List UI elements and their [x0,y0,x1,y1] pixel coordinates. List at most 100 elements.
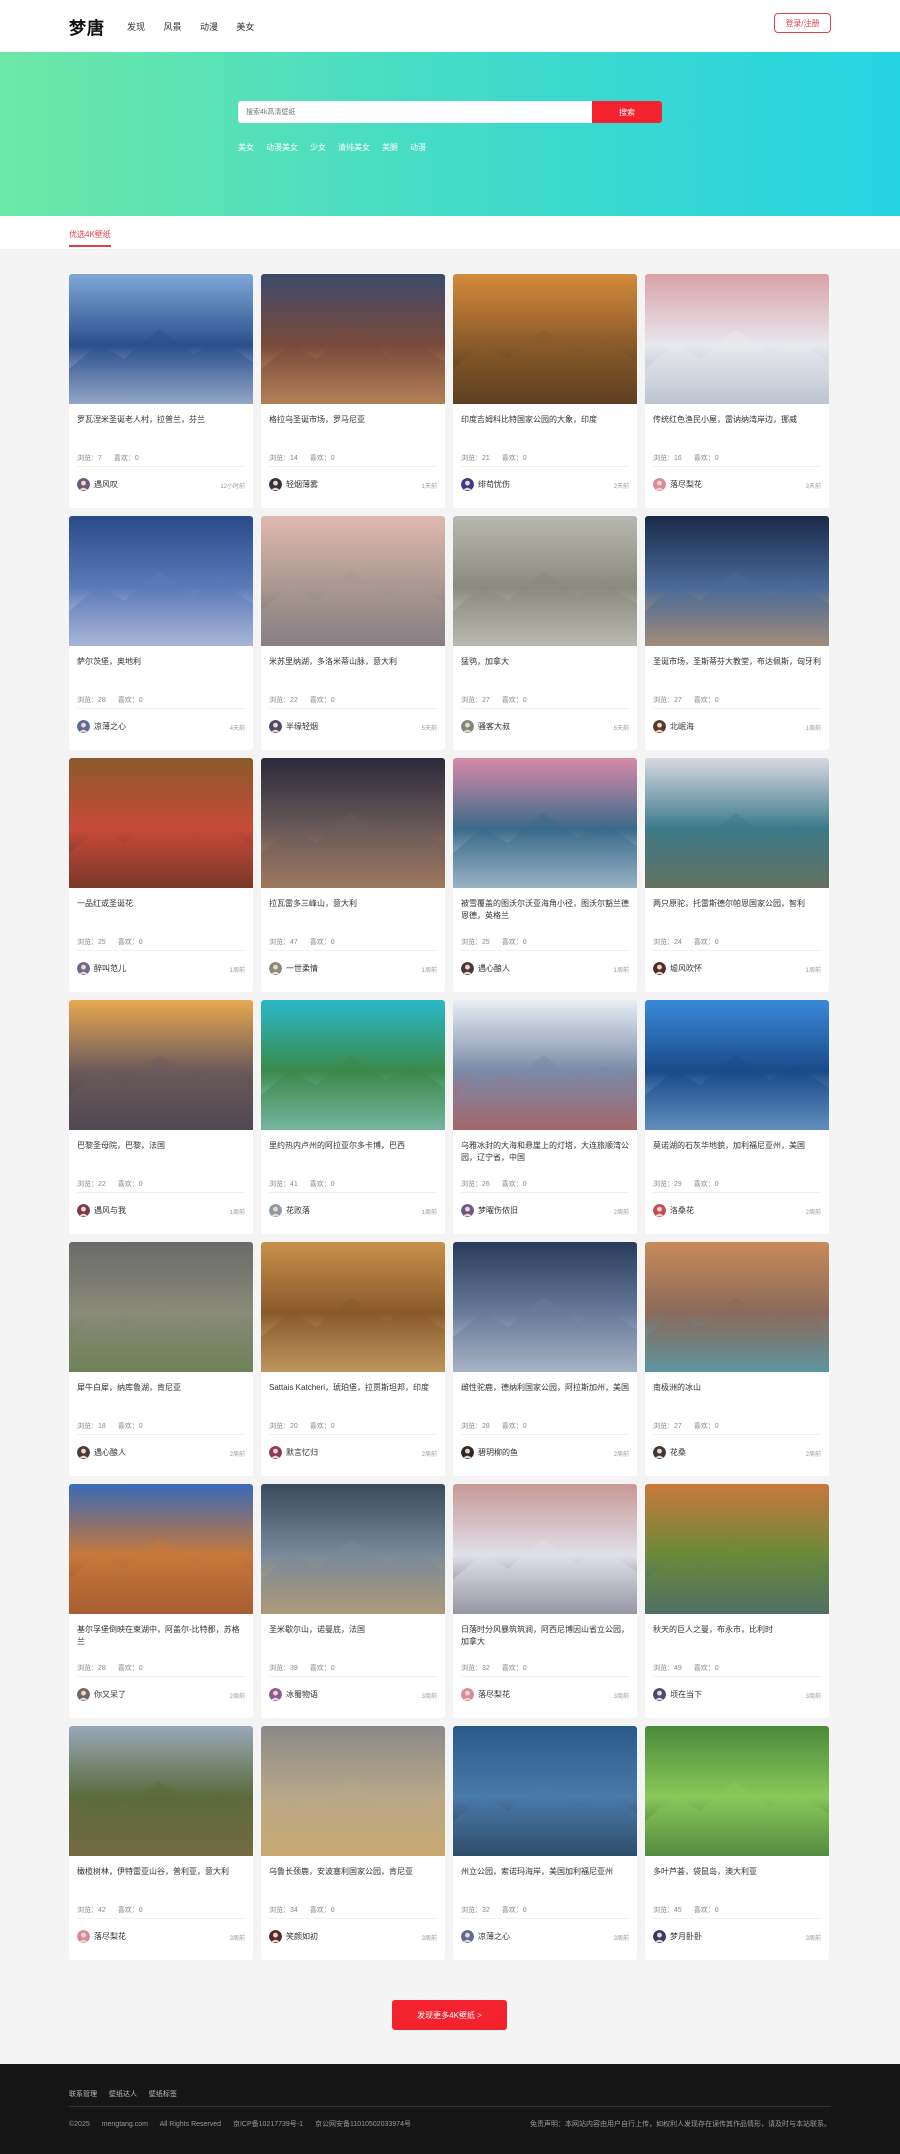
wallpaper-thumbnail[interactable] [645,1242,829,1372]
author-name[interactable]: 北岷海 [670,721,694,732]
tab-featured-4k[interactable]: 优选4K壁纸 [69,229,111,247]
wallpaper-thumbnail[interactable] [261,758,445,888]
author-name[interactable]: 醉叫范儿 [94,963,126,974]
avatar[interactable] [653,961,666,975]
wallpaper-thumbnail[interactable] [453,758,637,888]
avatar[interactable] [77,1929,90,1943]
wallpaper-card[interactable]: 莫诺湖的石灰华地貌，加利福尼亚州，美国 浏览：29 喜欢：0 洛桑花 2周前 [645,1000,829,1234]
wallpaper-title[interactable]: 多叶芦荟，袋鼠岛，澳大利亚 [653,1866,821,1890]
author-info[interactable]: 轻烟薄雾 [269,477,318,491]
avatar[interactable] [461,1687,474,1701]
icp-record[interactable]: 京ICP备10217739号-1 [233,2121,303,2128]
wallpaper-title[interactable]: 秋天的巨人之曼，布永市，比利时 [653,1624,821,1648]
wallpaper-thumbnail[interactable] [645,758,829,888]
avatar[interactable] [461,477,474,491]
author-info[interactable]: 碧玥柳的鱼 [461,1445,518,1459]
wallpaper-thumbnail[interactable] [453,1242,637,1372]
wallpaper-card[interactable]: 两只原驼，托雷斯德尔帕恩国家公园，智利 浏览：24 喜欢：0 墟风吹怀 1周前 [645,758,829,992]
author-info[interactable]: 凉薄之心 [461,1929,510,1943]
avatar[interactable] [77,1687,90,1701]
author-info[interactable]: 遇风叹 [77,477,118,491]
avatar[interactable] [269,961,282,975]
author-info[interactable]: 绯苟忧伤 [461,477,510,491]
avatar[interactable] [269,1687,282,1701]
hot-tag[interactable]: 少女 [310,142,326,153]
wallpaper-card[interactable]: 多叶芦荟，袋鼠岛，澳大利亚 浏览：45 喜欢：0 梦月卧卧 3周前 [645,1726,829,1960]
author-info[interactable]: 梦月卧卧 [653,1929,702,1943]
wallpaper-title[interactable]: 米苏里纳湖，多洛米蒂山脉，意大利 [269,656,437,680]
wallpaper-card[interactable]: 被雪覆盖的图沃尔沃亚海角小径，图沃尔豁兰德恩德，英格兰 浏览：25 喜欢：0 遇… [453,758,637,992]
author-info[interactable]: 落尽梨花 [461,1687,510,1701]
author-name[interactable]: 落尽梨花 [94,1931,126,1942]
wallpaper-card[interactable]: 州立公园，索诺玛海岸，美国加利福尼亚州 浏览：32 喜欢：0 凉薄之心 3周前 [453,1726,637,1960]
wallpaper-title[interactable]: 莫诺湖的石灰华地貌，加利福尼亚州，美国 [653,1140,821,1164]
wallpaper-title[interactable]: 日落时分风暴筑筑涧，阿西尼博因山省立公园，加拿大 [461,1624,629,1648]
wallpaper-thumbnail[interactable] [453,274,637,404]
wallpaper-title[interactable]: 乌鲁长颈鹿，安波塞利国家公园，肯尼亚 [269,1866,437,1890]
avatar[interactable] [461,1445,474,1459]
avatar[interactable] [461,961,474,975]
author-info[interactable]: 洛桑花 [653,1203,694,1217]
wallpaper-card[interactable]: 拉瓦雷多三峰山，意大利 浏览：47 喜欢：0 一世柔情 1周前 [261,758,445,992]
wallpaper-card[interactable]: 萨尔茨堡，奥地利 浏览：28 喜欢：0 凉薄之心 4天前 [69,516,253,750]
wallpaper-thumbnail[interactable] [645,1484,829,1614]
wallpaper-card[interactable]: 一品红或圣诞花 浏览：25 喜欢：0 醉叫范儿 1周前 [69,758,253,992]
avatar[interactable] [461,1929,474,1943]
nav-beauty[interactable]: 美女 [236,22,254,32]
author-info[interactable]: 遇风与我 [77,1203,126,1217]
author-name[interactable]: 顷在当下 [670,1689,702,1700]
wallpaper-thumbnail[interactable] [645,274,829,404]
wallpaper-title[interactable]: 里约热内卢州的阿拉亚尔多卡博，巴西 [269,1140,437,1164]
footer-link[interactable]: 壁纸达人 [109,2091,137,2098]
author-name[interactable]: 梦月卧卧 [670,1931,702,1942]
author-name[interactable]: 梦曜伤侬旧 [478,1205,518,1216]
author-name[interactable]: 落尽梨花 [670,479,702,490]
wallpaper-card[interactable]: 传统红色渔民小屋，雷讷纳湾岸边，挪威 浏览：16 喜欢：0 落尽梨花 3天前 [645,274,829,508]
author-name[interactable]: 遇风叹 [94,479,118,490]
wallpaper-card[interactable]: 犀牛白犀，纳库鲁湖，肯尼亚 浏览：18 喜欢：0 遇心酿人 2周前 [69,1242,253,1476]
wallpaper-card[interactable]: 格拉乌圣诞市场，罗马尼亚 浏览：14 喜欢：0 轻烟薄雾 1天前 [261,274,445,508]
author-info[interactable]: 顷在当下 [653,1687,702,1701]
author-info[interactable]: 你又呆了 [77,1687,126,1701]
avatar[interactable] [461,719,474,733]
author-name[interactable]: 笑颜如初 [286,1931,318,1942]
wallpaper-thumbnail[interactable] [69,274,253,404]
wallpaper-thumbnail[interactable] [645,1726,829,1856]
wallpaper-card[interactable]: 日落时分风暴筑筑涧，阿西尼博因山省立公园，加拿大 浏览：32 喜欢：0 落尽梨花… [453,1484,637,1718]
wallpaper-thumbnail[interactable] [261,1726,445,1856]
author-name[interactable]: 一世柔情 [286,963,318,974]
author-info[interactable]: 遇心酿人 [77,1445,126,1459]
author-name[interactable]: 花败落 [286,1205,310,1216]
wallpaper-title[interactable]: 萨尔茨堡，奥地利 [77,656,245,680]
wallpaper-title[interactable]: Sattais Katcheri，琥珀堡，拉贾斯坦邦，印度 [269,1382,437,1406]
wallpaper-card[interactable]: Sattais Katcheri，琥珀堡，拉贾斯坦邦，印度 浏览：20 喜欢：0… [261,1242,445,1476]
author-name[interactable]: 半缘轻烟 [286,721,318,732]
wallpaper-thumbnail[interactable] [261,274,445,404]
nav-discover[interactable]: 发现 [127,22,145,32]
wallpaper-thumbnail[interactable] [69,1242,253,1372]
wallpaper-thumbnail[interactable] [261,1484,445,1614]
nav-scenery[interactable]: 风景 [163,22,181,32]
avatar[interactable] [653,477,666,491]
wallpaper-title[interactable]: 犀牛白犀，纳库鲁湖，肯尼亚 [77,1382,245,1406]
wallpaper-thumbnail[interactable] [453,1484,637,1614]
footer-link[interactable]: 联系管理 [69,2091,97,2098]
wallpaper-thumbnail[interactable] [69,516,253,646]
author-info[interactable]: 一世柔情 [269,961,318,975]
author-info[interactable]: 半缘轻烟 [269,719,318,733]
login-register-button[interactable]: 登录/注册 [774,13,831,33]
wallpaper-card[interactable]: 南极洲的冰山 浏览：27 喜欢：0 花桑 2周前 [645,1242,829,1476]
avatar[interactable] [77,719,90,733]
hot-tag[interactable]: 清纯美女 [338,142,370,153]
author-info[interactable]: 醉叫范儿 [77,961,126,975]
wallpaper-thumbnail[interactable] [453,1726,637,1856]
author-name[interactable]: 落尽梨花 [478,1689,510,1700]
wallpaper-title[interactable]: 乌雅冰封的大海和悬崖上的灯塔，大连旅顺湾公园，辽宁省，中国 [461,1140,629,1164]
author-name[interactable]: 洛桑花 [670,1205,694,1216]
wallpaper-title[interactable]: 巴黎圣母院，巴黎，法国 [77,1140,245,1164]
footer-link[interactable]: 壁纸标签 [149,2091,177,2098]
wallpaper-card[interactable]: 罗瓦涅米圣诞老人村，拉普兰，芬兰 浏览：7 喜欢：0 遇风叹 12小时前 [69,274,253,508]
wallpaper-thumbnail[interactable] [69,1000,253,1130]
wallpaper-thumbnail[interactable] [453,1000,637,1130]
author-name[interactable]: 冰蜀物语 [286,1689,318,1700]
